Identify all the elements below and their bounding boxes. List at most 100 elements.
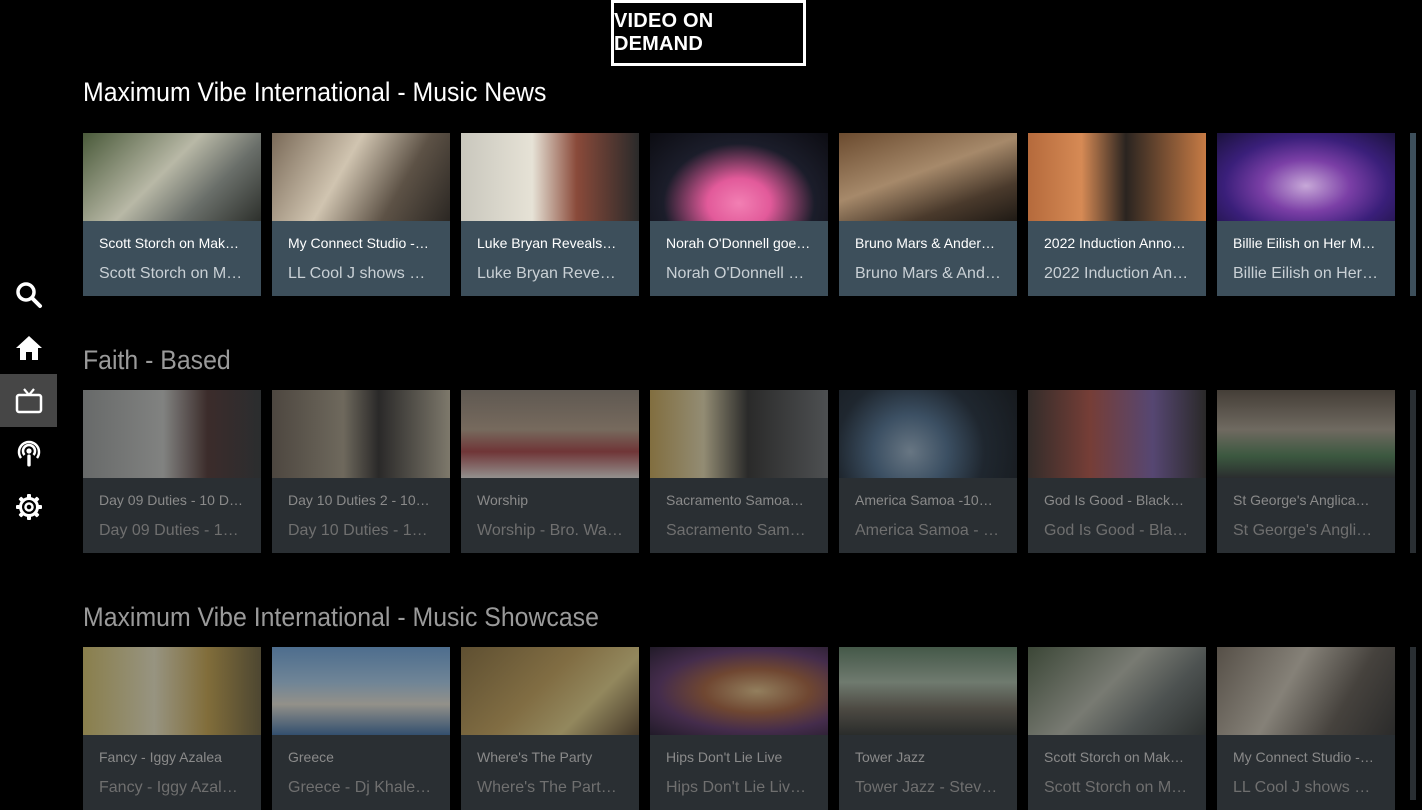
- card-subtitle: Day 09 Duties - 10 …: [99, 522, 245, 539]
- card-title: Luke Bryan Reveals…: [477, 235, 617, 251]
- card-title: Billie Eilish on Her M…: [1233, 235, 1376, 251]
- card-list: Day 09 Duties - 10 D… Day 09 Duties - 10 …: [83, 390, 1395, 553]
- video-card[interactable]: God Is Good - Black… God Is Good - Blac…: [1028, 390, 1206, 553]
- card-subtitle: Norah O'Donnell g…: [666, 265, 812, 282]
- row-music-showcase: Maximum Vibe International - Music Showc…: [83, 597, 1422, 810]
- card-subtitle: St George's Anglic…: [1233, 522, 1379, 539]
- card-title: Tower Jazz: [855, 749, 926, 765]
- video-thumbnail: [461, 647, 639, 735]
- row-title: Faith - Based: [83, 345, 231, 375]
- video-card[interactable]: Norah O'Donnell goe… Norah O'Donnell g…: [650, 133, 828, 296]
- page-header-title: VIDEO ON DEMAND: [611, 0, 806, 66]
- card-title: Bruno Mars & Ander…: [855, 235, 996, 251]
- card-title: God Is Good - Black…: [1044, 492, 1185, 508]
- video-thumbnail: [461, 133, 639, 221]
- card-title: 2022 Induction Anno…: [1044, 235, 1186, 251]
- video-thumbnail: [83, 390, 261, 478]
- video-thumbnail: [650, 133, 828, 221]
- home-icon: [15, 335, 42, 360]
- video-card[interactable]: Sacramento Samoa… Sacramento Samo…: [650, 390, 828, 553]
- nav-tv[interactable]: [0, 374, 57, 427]
- video-card[interactable]: Billie Eilish on Her M… Billie Eilish on …: [1217, 133, 1395, 296]
- card-title: St George's Anglica…: [1233, 492, 1370, 508]
- video-card[interactable]: America Samoa -10… America Samoa - 1…: [839, 390, 1017, 553]
- card-title: Norah O'Donnell goe…: [666, 235, 811, 251]
- video-thumbnail: [272, 647, 450, 735]
- video-thumbnail: [839, 647, 1017, 735]
- video-thumbnail: [83, 133, 261, 221]
- card-subtitle: Greece - Dj Khaled…: [288, 779, 434, 796]
- card-title: Fancy - Iggy Azalea: [99, 749, 222, 765]
- podcast-icon: [17, 440, 40, 466]
- card-title: Day 09 Duties - 10 D…: [99, 492, 243, 508]
- card-title: Scott Storch on Mak…: [99, 235, 240, 251]
- card-subtitle: Fancy - Iggy Azale…: [99, 779, 245, 796]
- partial-card-edge: [1410, 390, 1416, 553]
- video-thumbnail: [1217, 390, 1395, 478]
- video-thumbnail: [461, 390, 639, 478]
- video-thumbnail: [272, 390, 450, 478]
- video-card[interactable]: Greece Greece - Dj Khaled…: [272, 647, 450, 810]
- card-subtitle: Billie Eilish on Her …: [1233, 265, 1379, 282]
- row-title: Maximum Vibe International - Music News: [83, 77, 547, 107]
- video-card[interactable]: Bruno Mars & Ander… Bruno Mars & And…: [839, 133, 1017, 296]
- video-thumbnail: [1028, 390, 1206, 478]
- video-card[interactable]: Hips Don't Lie Live Hips Don't Lie Live…: [650, 647, 828, 810]
- video-card[interactable]: Tower Jazz Tower Jazz - Steve…: [839, 647, 1017, 810]
- search-icon: [15, 281, 42, 308]
- card-title: My Connect Studio -…: [288, 235, 429, 251]
- partial-card-edge: [1410, 133, 1416, 296]
- video-thumbnail: [650, 390, 828, 478]
- card-title: Hips Don't Lie Live: [666, 749, 783, 765]
- video-card[interactable]: Worship Worship - Bro. Wad…: [461, 390, 639, 553]
- video-thumbnail: [83, 647, 261, 735]
- video-thumbnail: [272, 133, 450, 221]
- video-card[interactable]: Day 09 Duties - 10 D… Day 09 Duties - 10 …: [83, 390, 261, 553]
- card-title: Sacramento Samoa…: [666, 492, 804, 508]
- video-thumbnail: [839, 133, 1017, 221]
- video-card[interactable]: 2022 Induction Anno… 2022 Induction An…: [1028, 133, 1206, 296]
- card-list: Scott Storch on Mak… Scott Storch on Ma… …: [83, 133, 1395, 296]
- video-card[interactable]: My Connect Studio -… LL Cool J shows hi…: [1217, 647, 1395, 810]
- tv-icon: [15, 387, 42, 413]
- card-list: Fancy - Iggy Azalea Fancy - Iggy Azale… G…: [83, 647, 1395, 810]
- row-faith-based: Faith - Based Day 09 Duties - 10 D… Day 0…: [83, 340, 1422, 555]
- video-thumbnail: [1028, 133, 1206, 221]
- card-title: Day 10 Duties 2 - 10…: [288, 492, 430, 508]
- card-subtitle: Worship - Bro. Wad…: [477, 522, 623, 539]
- card-title: Greece: [288, 749, 334, 765]
- video-card[interactable]: Fancy - Iggy Azalea Fancy - Iggy Azale…: [83, 647, 261, 810]
- row-music-news: Maximum Vibe International - Music News …: [83, 72, 1422, 297]
- video-card[interactable]: Luke Bryan Reveals… Luke Bryan Reveal…: [461, 133, 639, 296]
- nav-settings[interactable]: [0, 480, 57, 533]
- video-thumbnail: [1217, 647, 1395, 735]
- nav-home[interactable]: [0, 321, 57, 374]
- video-thumbnail: [650, 647, 828, 735]
- card-subtitle: God Is Good - Blac…: [1044, 522, 1190, 539]
- video-card[interactable]: Scott Storch on Mak… Scott Storch on Ma…: [1028, 647, 1206, 810]
- row-title: Maximum Vibe International - Music Showc…: [83, 602, 599, 632]
- card-subtitle: Sacramento Samo…: [666, 522, 812, 539]
- card-subtitle: Day 10 Duties - 10 …: [288, 522, 434, 539]
- card-title: Scott Storch on Mak…: [1044, 749, 1185, 765]
- card-subtitle: LL Cool J shows hi…: [288, 265, 434, 282]
- card-subtitle: Tower Jazz - Steve…: [855, 779, 1001, 796]
- card-subtitle: LL Cool J shows hi…: [1233, 779, 1379, 796]
- gear-icon: [15, 493, 42, 520]
- card-title: America Samoa -10…: [855, 492, 993, 508]
- partial-card-edge: [1410, 647, 1416, 800]
- card-title: Where's The Party: [477, 749, 593, 765]
- video-thumbnail: [1028, 647, 1206, 735]
- card-title: My Connect Studio -…: [1233, 749, 1374, 765]
- video-card[interactable]: St George's Anglica… St George's Anglic…: [1217, 390, 1395, 553]
- nav-podcast[interactable]: [0, 427, 57, 480]
- video-thumbnail: [1217, 133, 1395, 221]
- card-subtitle: Luke Bryan Reveal…: [477, 265, 623, 282]
- video-card[interactable]: Day 10 Duties 2 - 10… Day 10 Duties - 10 …: [272, 390, 450, 553]
- card-subtitle: America Samoa - 1…: [855, 522, 1001, 539]
- card-subtitle: Bruno Mars & And…: [855, 265, 1001, 282]
- video-card[interactable]: Scott Storch on Mak… Scott Storch on Ma…: [83, 133, 261, 296]
- nav-search[interactable]: [0, 268, 57, 321]
- video-card[interactable]: Where's The Party Where's The Party…: [461, 647, 639, 810]
- video-card[interactable]: My Connect Studio -… LL Cool J shows hi…: [272, 133, 450, 296]
